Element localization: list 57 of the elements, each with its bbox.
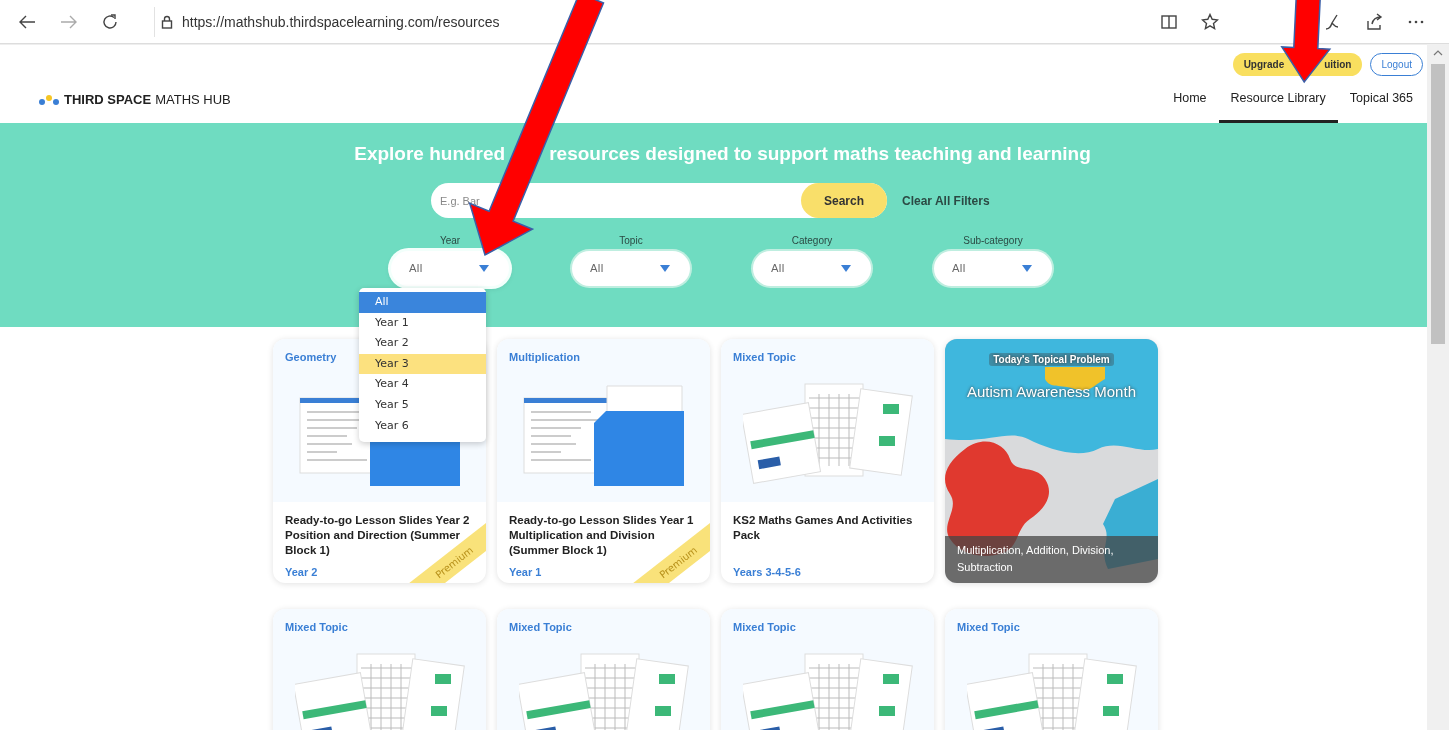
url-text: https://mathshub.thirdspacelearning.com/resources [182, 13, 500, 30]
share-icon[interactable] [1365, 12, 1383, 31]
filter-select[interactable]: All [572, 251, 690, 286]
filter-select[interactable]: All [753, 251, 871, 286]
filter-label: Sub-category [963, 235, 1023, 248]
card-title: KS2 Maths Games And Activities Pack [733, 513, 914, 543]
resource-card[interactable]: Mixed Topic [497, 609, 710, 730]
dropdown-option[interactable]: Year 4 [359, 374, 486, 395]
filter-select[interactable]: All [934, 251, 1052, 286]
year-label: Years 3-4-5-6 [733, 566, 802, 578]
caret-icon [479, 265, 489, 272]
caret-icon [660, 265, 670, 272]
dropdown-option[interactable]: All [359, 292, 486, 313]
topic-label: Mixed Topic [957, 621, 1021, 633]
filter-label: Category [791, 235, 833, 248]
topical-card[interactable]: Today's Topical Problem Autism Awareness Month Multiplication, Addition, Division, Subtraction [945, 339, 1158, 583]
filter-label: Year [439, 235, 461, 248]
topic-label: Mixed Topic [509, 621, 573, 633]
back-icon[interactable] [18, 14, 36, 29]
filter-label: Topic [619, 235, 643, 248]
scrollbar-thumb[interactable] [1431, 64, 1445, 344]
topics-caption: Multiplication, Addition, Division, Subtraction [945, 536, 1158, 583]
product-name: MATHS HUB [155, 92, 231, 107]
caret-icon [1022, 265, 1032, 272]
dropdown-option[interactable]: Year 6 [359, 415, 486, 437]
pen-icon[interactable] [1323, 12, 1341, 31]
search-button[interactable]: Search [801, 183, 887, 218]
resource-card[interactable]: Mixed Topic [721, 609, 934, 730]
resource-card[interactable]: Mixed Topic KS2 Maths Games And Activities Pack Years 3-4-5-6 [721, 339, 934, 583]
topic-label: Mixed Topic [733, 621, 797, 633]
resource-card[interactable]: Mixed Topic [273, 609, 486, 730]
dropdown-option[interactable]: Year 3 [359, 353, 486, 375]
logo-icon [38, 93, 60, 106]
refresh-icon[interactable] [102, 13, 118, 30]
hero-heading: Explore hundred [354, 143, 506, 165]
topic-label: Mixed Topic [285, 621, 349, 633]
lock-icon [161, 14, 173, 29]
dropdown-option[interactable]: Year 1 [359, 312, 486, 334]
book-icon[interactable] [1161, 14, 1177, 29]
logout-button[interactable]: Logout [1370, 53, 1423, 76]
dropdown-option[interactable]: Year 5 [359, 394, 486, 416]
caret-icon [841, 265, 851, 272]
filter-select[interactable]: All [391, 251, 509, 286]
nav-link[interactable]: Topical 365 [1337, 76, 1425, 123]
card-eyebrow: Today's Topical Problem [989, 353, 1114, 366]
hero-heading: resources designed to support maths teaching and learning [549, 143, 1091, 165]
nav-link[interactable]: Home [1161, 76, 1219, 123]
scrollbar[interactable] [1427, 44, 1449, 730]
scroll-up-icon[interactable] [1433, 50, 1443, 56]
star-icon[interactable] [1201, 12, 1219, 31]
more-icon[interactable] [1407, 18, 1425, 25]
clear-filters-link[interactable]: Clear All Filters [902, 193, 1002, 208]
brand-name: THIRD SPACE [64, 92, 152, 107]
topic-label: Mixed Topic [733, 351, 797, 363]
card-title: Autism Awareness Month [967, 383, 1136, 400]
resource-card[interactable]: Mixed Topic [945, 609, 1158, 730]
topic-label: Multiplication [509, 351, 581, 363]
